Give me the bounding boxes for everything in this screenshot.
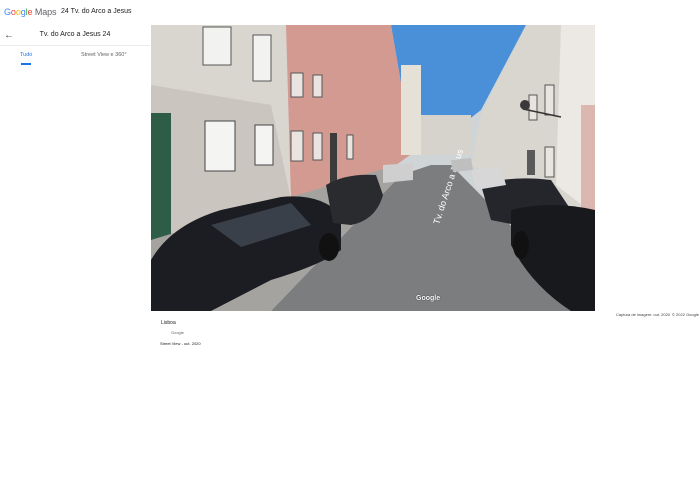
tab-street-view[interactable]: Street View e 360°	[81, 52, 127, 58]
address-title: 24 Tv. do Arco a Jesus	[61, 8, 132, 15]
google-maps-logo[interactable]: Google Maps	[4, 7, 57, 17]
logo-maps-text: Maps	[34, 7, 57, 17]
copyright[interactable]: © 2022 Google	[672, 312, 699, 317]
google-watermark: Google	[416, 295, 441, 302]
top-bar: Google Maps 24 Tv. do Arco a Jesus	[0, 0, 700, 26]
active-tab-indicator	[21, 63, 31, 65]
tab-all[interactable]: Tudo	[20, 52, 32, 58]
street-scene: Tv. do Arco a Jesus	[151, 25, 595, 311]
photo-tabs: Tudo Street View e 360°	[0, 48, 150, 66]
location-label: Lisboa	[161, 320, 176, 326]
capture-date: Captura de imagem: out. 2020	[616, 312, 671, 317]
street-view-date: Street View - out. 2020	[160, 341, 201, 346]
panel-title: Tv. do Arco a Jesus 24	[39, 31, 111, 38]
image-owner[interactable]: Google	[171, 330, 184, 335]
street-view-image[interactable]: Tv. do Arco a Jesus Google	[151, 25, 595, 311]
panel-header: ← Tv. do Arco a Jesus 24	[0, 26, 150, 46]
